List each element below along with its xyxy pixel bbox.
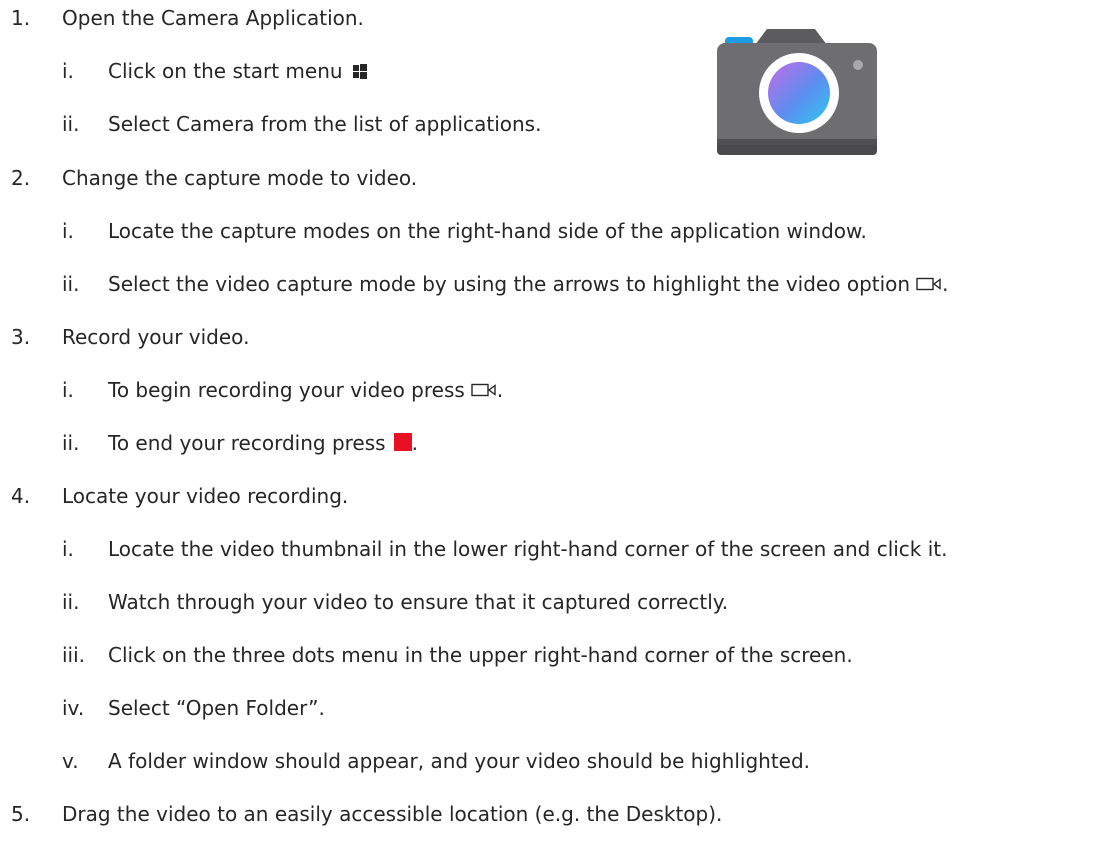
- substep-text: Select “Open Folder”.: [108, 696, 325, 720]
- step-number: 4.: [11, 484, 31, 508]
- substep-content: Click on the start menu: [108, 57, 367, 85]
- substep-numeral: ii.: [62, 272, 80, 296]
- substep-text: Click on the start menu: [108, 59, 343, 83]
- step-text: Record your video.: [62, 325, 250, 349]
- substep-numeral: v.: [62, 749, 79, 773]
- substep-content: To begin recording your video press .: [108, 376, 503, 404]
- substep-numeral: ii.: [62, 112, 80, 136]
- substep-numeral: ii.: [62, 431, 80, 455]
- substep-text: Click on the three dots menu in the uppe…: [108, 643, 853, 667]
- camera-app-icon: [717, 29, 877, 155]
- step-text: Change the capture mode to video.: [62, 166, 418, 190]
- video-camera-icon: [471, 383, 496, 396]
- step-text: Locate your video recording.: [62, 484, 349, 508]
- substep-trail: .: [942, 272, 949, 296]
- substep-numeral: i.: [62, 59, 74, 83]
- substep-trail: .: [496, 378, 504, 402]
- substep-numeral: iv.: [62, 696, 85, 720]
- step-number: 2.: [11, 166, 31, 190]
- substep-text: Select the video capture mode by using t…: [108, 272, 911, 296]
- substep-content: To end your recording press.: [108, 429, 418, 457]
- substep-numeral: i.: [62, 378, 74, 402]
- step-number: 5.: [11, 802, 31, 826]
- substep-text: To end your recording press: [108, 431, 386, 455]
- substep-text: To begin recording your video press: [108, 378, 465, 402]
- windows-start-icon: [352, 63, 367, 79]
- substep-content: Select the video capture mode by using t…: [108, 270, 948, 298]
- substep-numeral: ii.: [62, 590, 80, 614]
- substep-numeral: iii.: [62, 643, 86, 667]
- substep-numeral: i.: [62, 219, 74, 243]
- substep-text: Locate the capture modes on the right-ha…: [108, 219, 867, 243]
- step-text: Drag the video to an easily accessible l…: [62, 802, 723, 826]
- substep-numeral: i.: [62, 537, 74, 561]
- step-text: Open the Camera Application.: [62, 6, 364, 30]
- video-camera-icon: [916, 277, 941, 290]
- substep-text: Watch through your video to ensure that …: [108, 590, 729, 614]
- substep-trail: .: [411, 431, 418, 455]
- stop-record-icon: [393, 432, 412, 451]
- step-number: 1.: [11, 6, 31, 30]
- substep-text: Select Camera from the list of applicati…: [108, 112, 542, 136]
- substep-text: A folder window should appear, and your …: [108, 749, 811, 773]
- step-number: 3.: [11, 325, 31, 349]
- substep-text: Locate the video thumbnail in the lower …: [108, 537, 948, 561]
